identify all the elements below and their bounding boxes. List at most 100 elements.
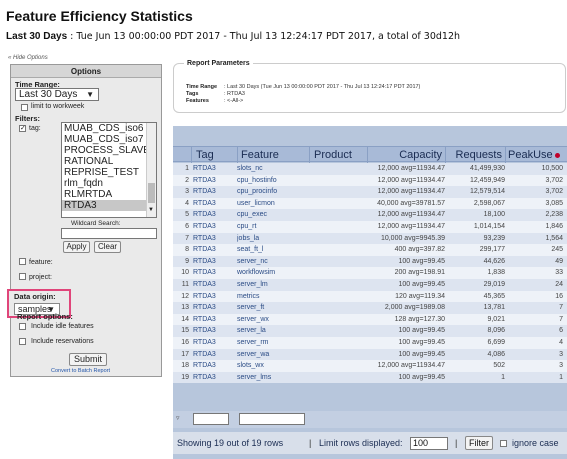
filter-button[interactable]: Filter xyxy=(465,436,493,450)
feature-cell[interactable]: slots_wx xyxy=(237,360,309,372)
table-row[interactable]: 2 RTDA3 cpu_hostinfo 12,000 avg=11934.47 12,… xyxy=(173,174,567,187)
feature-checkbox[interactable] xyxy=(19,258,26,265)
table-row[interactable]: 19 RTDA3 server_lms 100 avg=99.45 1 1 xyxy=(173,371,567,384)
tag-cell[interactable]: RTDA3 xyxy=(193,256,237,268)
tag-cell[interactable]: RTDA3 xyxy=(193,209,237,221)
tag-cell[interactable]: RTDA3 xyxy=(193,267,237,279)
feature-cell[interactable]: cpu_exec xyxy=(237,209,309,221)
column-header-capacity[interactable]: Capacity xyxy=(367,147,445,163)
feature-cell[interactable]: server_wa xyxy=(237,349,309,361)
capacity-cell: 100 avg=99.45 xyxy=(398,281,445,288)
column-header-requests[interactable]: Requests xyxy=(445,147,505,163)
hide-options-link[interactable]: « Hide Options xyxy=(8,55,48,61)
tag-cell[interactable]: RTDA3 xyxy=(193,360,237,372)
feature-cell[interactable]: cpu_rt xyxy=(237,221,309,233)
feature-cell[interactable]: server_rm xyxy=(237,337,309,349)
tag-cell[interactable]: RTDA3 xyxy=(193,244,237,256)
clear-button[interactable]: Clear xyxy=(94,241,121,253)
param-value: : <-All-> xyxy=(224,98,244,104)
project-checkbox[interactable] xyxy=(19,273,26,280)
include-idle-checkbox[interactable] xyxy=(19,323,26,330)
table-row[interactable]: 7 RTDA3 jobs_la 10,000 avg=9945.39 93,239 1,5… xyxy=(173,232,567,245)
table-row[interactable]: 15 RTDA3 server_la 100 avg=99.45 8,096 6 xyxy=(173,325,567,337)
tag-filter-input[interactable] xyxy=(193,413,229,425)
table-row[interactable]: 14 RTDA3 server_wx 128 avg=127.30 9,021 7 xyxy=(173,313,567,326)
table-row[interactable]: 8 RTDA3 seat_ft_l 400 avg=397.82 299,177 245 xyxy=(173,244,567,256)
column-header-peakuse[interactable]: PeakUse xyxy=(505,147,567,163)
table-row[interactable]: 11 RTDA3 server_lm 100 avg=99.45 29,019 24 xyxy=(173,279,567,291)
table-row[interactable]: 13 RTDA3 server_ft 2,000 avg=1989.08 13,781 7 xyxy=(173,302,567,314)
column-header-product[interactable]: Product xyxy=(309,147,367,163)
tag-option[interactable]: rlm_fqdn xyxy=(62,178,156,189)
feature-cell[interactable]: metrics xyxy=(237,291,309,303)
tag-cell[interactable]: RTDA3 xyxy=(193,291,237,303)
table-row[interactable]: 10 RTDA3 workflowsim 200 avg=198.91 1,838 33 xyxy=(173,267,567,279)
column-header-feature[interactable]: Feature xyxy=(237,147,309,163)
table-row[interactable]: 12 RTDA3 metrics 120 avg=119.34 45,365 16 xyxy=(173,290,567,303)
feature-cell[interactable]: server_lms xyxy=(237,372,309,384)
limit-rows-input[interactable]: 100 xyxy=(410,437,448,450)
feature-cell[interactable]: server_lm xyxy=(237,279,309,291)
table-row[interactable]: 18 RTDA3 slots_wx 12,000 avg=11934.47 502 3 xyxy=(173,360,567,372)
table-row[interactable]: 16 RTDA3 server_rm 100 avg=99.45 6,699 4 xyxy=(173,337,567,349)
feature-cell[interactable]: server_wx xyxy=(237,314,309,326)
tag-listbox[interactable]: MUAB_CDS_iso6 MUAB_CDS_iso7 PROCESS_SLAV… xyxy=(61,122,157,218)
tag-cell[interactable]: RTDA3 xyxy=(193,198,237,210)
feature-cell[interactable]: server_nc xyxy=(237,256,309,268)
requests-cell: 44,626 xyxy=(483,257,505,265)
tag-option[interactable]: RLMRTDA xyxy=(62,189,156,200)
tag-cell[interactable]: RTDA3 xyxy=(193,337,237,349)
tag-option[interactable]: REPRISE_TEST xyxy=(62,167,156,178)
include-reservations-checkbox[interactable] xyxy=(19,338,26,345)
feature-cell[interactable]: seat_ft_l xyxy=(237,244,309,256)
table-row[interactable]: 6 RTDA3 cpu_rt 12,000 avg=11934.47 1,014,154… xyxy=(173,221,567,233)
tag-option[interactable]: MUAB_CDS_iso6 xyxy=(62,123,156,134)
feature-cell[interactable]: jobs_la xyxy=(237,233,309,245)
table-row[interactable]: 3 RTDA3 cpu_procinfo 12,000 avg=11934.47 12,… xyxy=(173,186,567,198)
tag-cell[interactable]: RTDA3 xyxy=(193,325,237,337)
tag-checkbox[interactable]: ✓ xyxy=(19,125,26,132)
column-header-tag[interactable]: Tag xyxy=(191,147,237,163)
apply-button[interactable]: Apply xyxy=(63,241,90,253)
feature-cell[interactable]: cpu_procinfo xyxy=(237,186,309,198)
tag-cell[interactable]: RTDA3 xyxy=(193,314,237,326)
feature-cell[interactable]: server_ft xyxy=(237,302,309,314)
tag-option-selected[interactable]: RTDA3 xyxy=(62,200,156,211)
scroll-down-icon[interactable]: ▼ xyxy=(148,207,154,213)
table-row[interactable]: 5 RTDA3 cpu_exec 12,000 avg=11934.47 18,100 2… xyxy=(173,209,567,221)
tag-cell[interactable]: RTDA3 xyxy=(193,279,237,291)
requests-cell: 93,239 xyxy=(483,234,505,242)
feature-filter-input[interactable] xyxy=(239,413,305,425)
table-row[interactable]: 1 RTDA3 slots_nc 12,000 avg=11934.47 41,499,… xyxy=(173,163,567,175)
tag-option[interactable]: PROCESS_SLAVE xyxy=(62,145,156,156)
feature-cell[interactable]: workflowsim xyxy=(237,267,309,279)
feature-cell[interactable]: user_licmon xyxy=(237,198,309,210)
tag-cell[interactable]: RTDA3 xyxy=(193,349,237,361)
tag-cell[interactable]: RTDA3 xyxy=(193,163,237,175)
submit-button[interactable]: Submit xyxy=(69,353,107,366)
tag-cell[interactable]: RTDA3 xyxy=(193,175,237,187)
capacity-cell: 12,000 avg=11934.47 xyxy=(377,362,445,370)
tag-cell[interactable]: RTDA3 xyxy=(193,302,237,314)
tag-option[interactable]: RATIONAL xyxy=(62,156,156,167)
row-number: 19 xyxy=(181,373,189,381)
ignore-case-checkbox[interactable] xyxy=(500,440,507,447)
limit-workweek-checkbox[interactable] xyxy=(21,104,28,111)
scroll-thumb[interactable] xyxy=(148,183,155,203)
tag-option[interactable]: MUAB_CDS_iso7 xyxy=(62,134,156,145)
feature-cell[interactable]: slots_nc xyxy=(237,163,309,175)
tag-list-scrollbar[interactable]: ▼ xyxy=(146,123,156,217)
time-range-select[interactable]: Last 30 Days ▼ xyxy=(15,88,99,101)
tag-cell[interactable]: RTDA3 xyxy=(193,221,237,233)
capacity-cell: 100 avg=99.45 xyxy=(398,339,445,346)
table-row[interactable]: 17 RTDA3 server_wa 100 avg=99.45 4,086 3 xyxy=(173,348,567,361)
batch-report-link[interactable]: Convert to Batch Report xyxy=(51,368,110,374)
feature-cell[interactable]: cpu_hostinfo xyxy=(237,175,309,187)
table-row[interactable]: 9 RTDA3 server_nc 100 avg=99.45 44,626 49 xyxy=(173,255,567,268)
tag-cell[interactable]: RTDA3 xyxy=(193,186,237,198)
feature-cell[interactable]: server_la xyxy=(237,325,309,337)
tag-cell[interactable]: RTDA3 xyxy=(193,372,237,384)
wildcard-search-input[interactable] xyxy=(61,228,157,239)
table-row[interactable]: 4 RTDA3 user_licmon 40,000 avg=39781.57 2,59… xyxy=(173,197,567,210)
tag-cell[interactable]: RTDA3 xyxy=(193,233,237,245)
